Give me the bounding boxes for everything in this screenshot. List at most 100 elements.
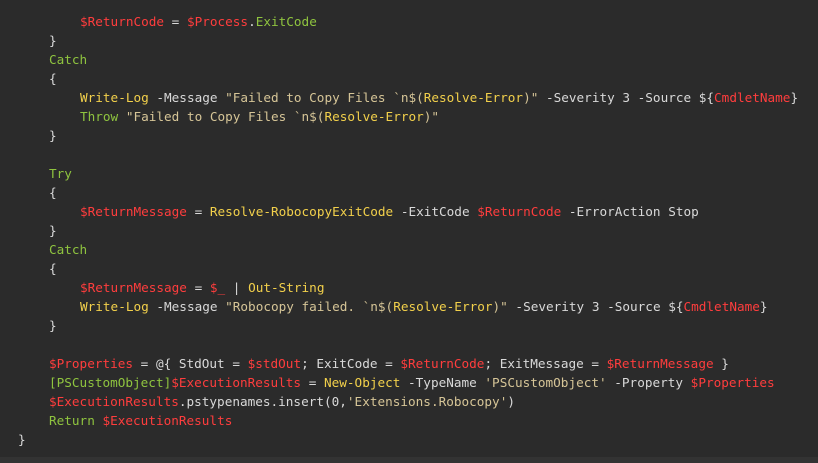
code-token: ${ bbox=[668, 299, 684, 314]
code-token: } bbox=[49, 318, 57, 333]
code-token: [PSCustomObject] bbox=[49, 375, 172, 390]
code-token: ; ExitMessage = bbox=[484, 356, 607, 371]
code-token: ReturnCode bbox=[87, 14, 165, 29]
code-token: | bbox=[225, 280, 249, 295]
code-line[interactable]: { bbox=[49, 259, 57, 278]
code-token: Process bbox=[194, 14, 249, 29]
code-token: $ bbox=[49, 356, 57, 371]
code-token: } bbox=[713, 356, 729, 371]
code-token: Resolve-Error bbox=[423, 90, 524, 105]
code-token: } bbox=[49, 33, 57, 48]
code-line[interactable]: Catch bbox=[49, 240, 87, 259]
code-token: ReturnCode bbox=[408, 356, 485, 371]
code-token: { bbox=[49, 71, 57, 86]
code-token: -Severity bbox=[538, 90, 623, 105]
code-token: } bbox=[759, 299, 768, 314]
code-line[interactable]: } bbox=[49, 316, 57, 335]
code-line[interactable]: Throw "Failed to Copy Files `n$(Resolve-… bbox=[80, 107, 439, 126]
code-token: $ bbox=[80, 280, 88, 295]
code-token: 'PSCustomObject' bbox=[484, 375, 607, 390]
code-token: ${ bbox=[698, 90, 715, 105]
code-token: .pstypenames.insert(0, bbox=[178, 394, 347, 409]
code-token: $ bbox=[80, 14, 88, 29]
code-token: Write-Log bbox=[80, 299, 149, 314]
code-token: ReturnCode bbox=[484, 204, 562, 219]
code-line[interactable]: Return $ExecutionResults bbox=[49, 411, 232, 430]
code-token: { bbox=[49, 261, 57, 276]
code-line[interactable]: $ExecutionResults.pstypenames.insert(0,'… bbox=[49, 392, 515, 411]
code-token: = bbox=[186, 204, 210, 219]
code-token: $ bbox=[171, 375, 179, 390]
code-token: $ bbox=[49, 394, 57, 409]
code-token: ReturnMessage bbox=[614, 356, 714, 371]
code-token: New-Object bbox=[324, 375, 401, 390]
code-token: ExitCode bbox=[255, 14, 317, 29]
code-token: -ErrorAction bbox=[561, 204, 669, 219]
code-line[interactable]: } bbox=[49, 126, 57, 145]
horizontal-scrollbar-track[interactable] bbox=[0, 457, 818, 463]
code-token: "Failed to Copy Files `n$( bbox=[225, 90, 424, 105]
code-token: ) bbox=[507, 394, 515, 409]
code-token: CmdletName bbox=[683, 299, 760, 314]
code-line[interactable]: } bbox=[18, 430, 26, 449]
code-token: Resolve-RobocopyExitCode bbox=[209, 204, 394, 219]
code-token: -Property bbox=[606, 375, 691, 390]
code-token: ReturnMessage bbox=[87, 280, 187, 295]
code-line[interactable]: Write-Log -Message "Failed to Copy Files… bbox=[80, 88, 798, 107]
code-token: $ bbox=[80, 204, 88, 219]
code-token: Return bbox=[49, 413, 95, 428]
code-token: ExecutionResults bbox=[178, 375, 302, 390]
code-token: } bbox=[49, 128, 57, 143]
code-token: -TypeName bbox=[400, 375, 485, 390]
code-line[interactable]: [PSCustomObject]$ExecutionResults = New-… bbox=[49, 373, 775, 392]
code-token: = bbox=[301, 375, 324, 390]
code-token: } bbox=[18, 432, 26, 447]
code-line[interactable]: Write-Log -Message "Robocopy failed. `n$… bbox=[80, 297, 768, 316]
code-token: -ExitCode bbox=[393, 204, 478, 219]
code-token: 'Extensions.Robocopy' bbox=[346, 394, 508, 409]
code-line[interactable]: { bbox=[49, 183, 57, 202]
code-token: )" bbox=[523, 90, 539, 105]
code-token: Resolve-Error bbox=[393, 299, 493, 314]
code-token: ExecutionResults bbox=[110, 413, 233, 428]
code-token: )" bbox=[423, 109, 440, 124]
code-token: 3 bbox=[622, 90, 631, 105]
code-token: = bbox=[164, 14, 187, 29]
code-token: $_ bbox=[209, 280, 226, 295]
code-token: Catch bbox=[49, 52, 88, 67]
code-token: . bbox=[248, 14, 256, 29]
code-token: "Robocopy failed. `n$( bbox=[225, 299, 394, 314]
code-token: = @{ StdOut = bbox=[133, 356, 248, 371]
code-token: Stop bbox=[668, 204, 699, 219]
code-token: ReturnMessage bbox=[87, 204, 187, 219]
code-line[interactable]: Try bbox=[49, 164, 72, 183]
code-token: CmdletName bbox=[714, 90, 791, 105]
code-token: stdOut bbox=[255, 356, 302, 371]
code-line[interactable]: $Properties = @{ StdOut = $stdOut; ExitC… bbox=[49, 354, 729, 373]
code-token: Resolve-Error bbox=[324, 109, 424, 124]
code-token: Properties bbox=[698, 375, 775, 390]
code-token: Throw bbox=[80, 109, 119, 124]
code-token: Out-String bbox=[248, 280, 325, 295]
code-editor[interactable]: $ReturnCode = $Process.ExitCode} Catch{Wr… bbox=[0, 0, 818, 463]
code-token: } bbox=[49, 223, 57, 238]
code-token: $ bbox=[102, 413, 111, 428]
code-line[interactable]: $ReturnCode = $Process.ExitCode bbox=[80, 12, 317, 31]
code-token: = bbox=[186, 280, 210, 295]
code-line[interactable]: { bbox=[49, 69, 57, 88]
code-token: -Message bbox=[148, 299, 226, 314]
code-line[interactable]: $ReturnMessage = $_ | Out-String bbox=[80, 278, 324, 297]
code-token: )" bbox=[492, 299, 508, 314]
code-token: ExecutionResults bbox=[56, 394, 179, 409]
code-token: Try bbox=[49, 166, 72, 181]
code-token: $ bbox=[186, 14, 195, 29]
code-line[interactable]: } bbox=[49, 221, 57, 240]
code-token: ; ExitCode = bbox=[301, 356, 401, 371]
code-token: -Message bbox=[148, 90, 226, 105]
code-token: -Severity bbox=[507, 299, 592, 314]
code-line[interactable]: $ReturnMessage = Resolve-RobocopyExitCod… bbox=[80, 202, 699, 221]
code-line[interactable]: } bbox=[49, 31, 57, 50]
code-line[interactable]: Catch bbox=[49, 50, 87, 69]
code-token: $ bbox=[400, 356, 409, 371]
